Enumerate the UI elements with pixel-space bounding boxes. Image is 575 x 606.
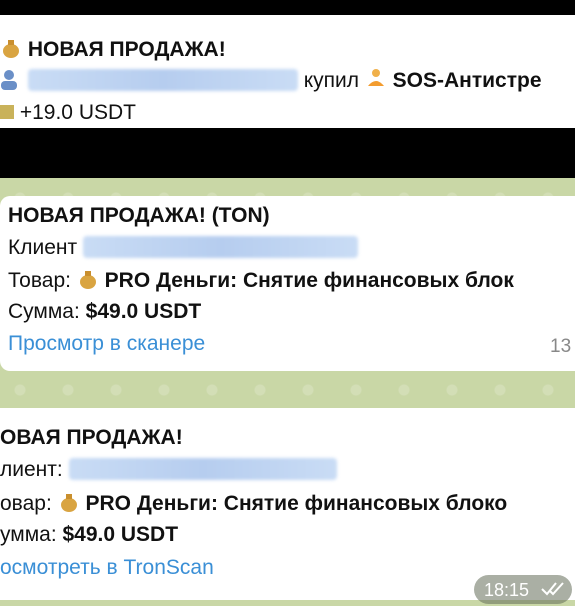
top-amount-row: +19.0 USDT	[0, 100, 136, 125]
money-bag-icon	[58, 491, 80, 513]
tron-client-redacted	[68, 458, 337, 480]
tron-sum-row: умма: $49.0 USDT	[0, 523, 178, 547]
ton-sum: $49.0 USDT	[85, 300, 202, 323]
ton-time: 13	[550, 336, 572, 357]
money-bag-icon	[0, 37, 22, 59]
top-sale-notification: НОВАЯ ПРОДАЖА! купил SOS-Антистре +19.0 …	[0, 15, 575, 128]
tron-product-label: овар:	[0, 492, 52, 515]
tron-sum: $49.0 USDT	[62, 523, 179, 546]
ton-client-label: Клиент	[8, 236, 78, 259]
ton-sum-label: Сумма:	[8, 300, 80, 323]
tron-product: PRO Деньги: Снятие финансовых блоко	[85, 492, 508, 515]
top-title-row: НОВАЯ ПРОДАЖА!	[0, 37, 226, 62]
ton-client-redacted	[82, 236, 358, 258]
tron-tronscan-link[interactable]: осмотреть в TronScan	[0, 556, 214, 580]
ton-title: НОВАЯ ПРОДАЖА! (TON)	[8, 204, 270, 227]
ton-product: PRO Деньги: Снятие финансовых блок	[104, 269, 514, 292]
buyer-name-redacted	[27, 69, 298, 91]
top-buyer-row: купил SOS-Антистре	[0, 68, 542, 93]
ton-client-row: Клиент	[8, 236, 358, 260]
timestamp-pill: 18:15	[474, 575, 572, 604]
ton-sum-row: Сумма: $49.0 USDT	[8, 300, 201, 324]
read-checkmarks-icon	[540, 579, 566, 602]
separator-band	[0, 128, 575, 178]
top-title: НОВАЯ ПРОДАЖА!	[27, 38, 226, 61]
tron-title: ОВАЯ ПРОДАЖА!	[0, 426, 183, 449]
money-bag-icon	[77, 268, 99, 290]
ton-product-label: Товар:	[8, 269, 71, 292]
tron-product-row: овар: PRO Деньги: Снятие финансовых блок…	[0, 491, 507, 516]
bought-text: купил	[303, 69, 359, 92]
meditation-icon	[365, 68, 387, 90]
ton-scanner-link[interactable]: Просмотр в сканере	[8, 332, 205, 356]
top-product: SOS-Антистре	[392, 69, 542, 92]
message-bubble-tron: ОВАЯ ПРОДАЖА! лиент: овар: PRO Деньги: С…	[0, 408, 575, 600]
message-bubble-ton: НОВАЯ ПРОДАЖА! (TON) Клиент Товар: PRO Д…	[0, 196, 575, 371]
tron-client-row: лиент:	[0, 458, 337, 482]
tron-time: 18:15	[484, 580, 530, 600]
money-icon	[0, 100, 14, 122]
tron-client-label: лиент:	[0, 458, 63, 481]
user-icon	[0, 68, 22, 90]
ton-product-row: Товар: PRO Деньги: Снятие финансовых бло…	[8, 268, 514, 293]
top-amount: +19.0 USDT	[19, 101, 136, 124]
tron-sum-label: умма:	[0, 523, 57, 546]
